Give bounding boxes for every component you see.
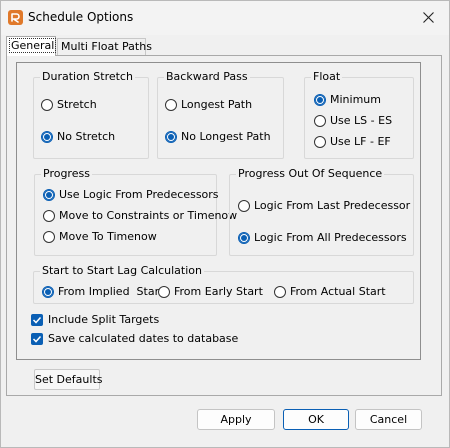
tab-multi-float-paths-label: Multi Float Paths	[61, 40, 152, 53]
float-group: Float Minimum Use LS - ES Use LF - EF	[304, 70, 414, 159]
radio-from-actual-start-label: From Actual Start	[290, 285, 386, 298]
radio-stretch-label: Stretch	[57, 98, 97, 111]
checkmark-icon	[32, 316, 42, 324]
tab-general[interactable]: General	[6, 36, 57, 56]
radio-use-lf-ef[interactable]: Use LF - EF	[314, 135, 391, 149]
radio-no-stretch[interactable]: No Stretch	[41, 130, 115, 144]
radio-logic-all-label: Logic From All Predecessors	[254, 231, 407, 244]
options-frame: Duration Stretch Stretch No Stretch Back…	[16, 62, 421, 360]
progress-title: Progress	[41, 167, 92, 180]
progress-out-of-sequence-title: Progress Out Of Sequence	[236, 167, 385, 180]
tab-general-label: General	[8, 38, 57, 53]
close-icon	[423, 12, 434, 23]
radio-minimum-label: Minimum	[330, 93, 381, 106]
start-to-start-lag-group: Start to Start Lag Calculation From Impl…	[33, 264, 414, 304]
ok-button[interactable]: OK	[283, 409, 349, 430]
radio-from-early-start[interactable]: From Early Start	[158, 285, 263, 299]
float-title: Float	[311, 70, 343, 83]
radio-from-early-start-label: From Early Start	[174, 285, 263, 298]
cancel-button[interactable]: Cancel	[355, 409, 422, 430]
radio-use-ls-es[interactable]: Use LS - ES	[314, 114, 392, 128]
backward-pass-group: Backward Pass Longest Path No Longest Pa…	[157, 70, 284, 159]
apply-button[interactable]: Apply	[197, 409, 275, 430]
radio-minimum[interactable]: Minimum	[314, 93, 381, 107]
checkbox-include-split-targets[interactable]: Include Split Targets	[31, 313, 159, 327]
app-logo-icon	[8, 10, 23, 25]
title-bar: Schedule Options	[1, 1, 449, 35]
backward-pass-title: Backward Pass	[164, 70, 250, 83]
radio-from-actual-start[interactable]: From Actual Start	[274, 285, 386, 299]
window-title: Schedule Options	[28, 10, 134, 24]
radio-use-logic-from-predecessors[interactable]: Use Logic From Predecessors	[43, 188, 219, 202]
duration-stretch-title: Duration Stretch	[40, 70, 135, 83]
radio-longest-path-label: Longest Path	[181, 98, 253, 111]
radio-from-implied-start[interactable]: From Implied Start	[42, 285, 163, 299]
checkbox-save-calculated-dates[interactable]: Save calculated dates to database	[31, 332, 238, 346]
set-defaults-button[interactable]: Set Defaults	[34, 369, 102, 390]
progress-group: Progress Use Logic From Predecessors Mov…	[34, 167, 237, 256]
save-calculated-dates-label: Save calculated dates to database	[48, 332, 239, 345]
radio-move-to-timenow[interactable]: Move To Timenow	[43, 230, 157, 244]
progress-out-of-sequence-group: Progress Out Of Sequence Logic From Last…	[229, 167, 414, 256]
radio-longest-path[interactable]: Longest Path	[165, 98, 252, 112]
radio-use-logic-label: Use Logic From Predecessors	[59, 188, 219, 201]
radio-from-implied-start-label: From Implied Start	[58, 285, 164, 298]
radio-stretch[interactable]: Stretch	[41, 98, 97, 112]
radio-move-to-constraints-label: Move to Constraints or Timenow	[59, 209, 238, 222]
close-button[interactable]	[415, 5, 443, 31]
radio-use-lf-ef-label: Use LF - EF	[330, 135, 391, 148]
start-to-start-lag-title: Start to Start Lag Calculation	[40, 264, 204, 277]
radio-logic-from-all-predecessors[interactable]: Logic From All Predecessors	[238, 231, 407, 245]
radio-no-longest-path-label: No Longest Path	[181, 130, 271, 143]
radio-move-to-constraints[interactable]: Move to Constraints or Timenow	[43, 209, 237, 223]
tab-multi-float-paths[interactable]: Multi Float Paths	[57, 38, 152, 56]
duration-stretch-group: Duration Stretch Stretch No Stretch	[33, 70, 149, 159]
include-split-targets-label: Include Split Targets	[48, 313, 160, 326]
radio-no-stretch-label: No Stretch	[57, 130, 116, 143]
radio-move-to-timenow-label: Move To Timenow	[59, 230, 157, 243]
schedule-options-dialog: Schedule Options General Multi Float Pat…	[0, 0, 450, 448]
general-tab-panel: Duration Stretch Stretch No Stretch Back…	[6, 55, 442, 396]
radio-use-ls-es-label: Use LS - ES	[330, 114, 393, 127]
radio-logic-from-last-predecessor[interactable]: Logic From Last Predecessor	[238, 199, 410, 213]
checkmark-icon	[32, 335, 42, 343]
radio-logic-last-label: Logic From Last Predecessor	[254, 199, 411, 212]
radio-no-longest-path[interactable]: No Longest Path	[165, 130, 271, 144]
